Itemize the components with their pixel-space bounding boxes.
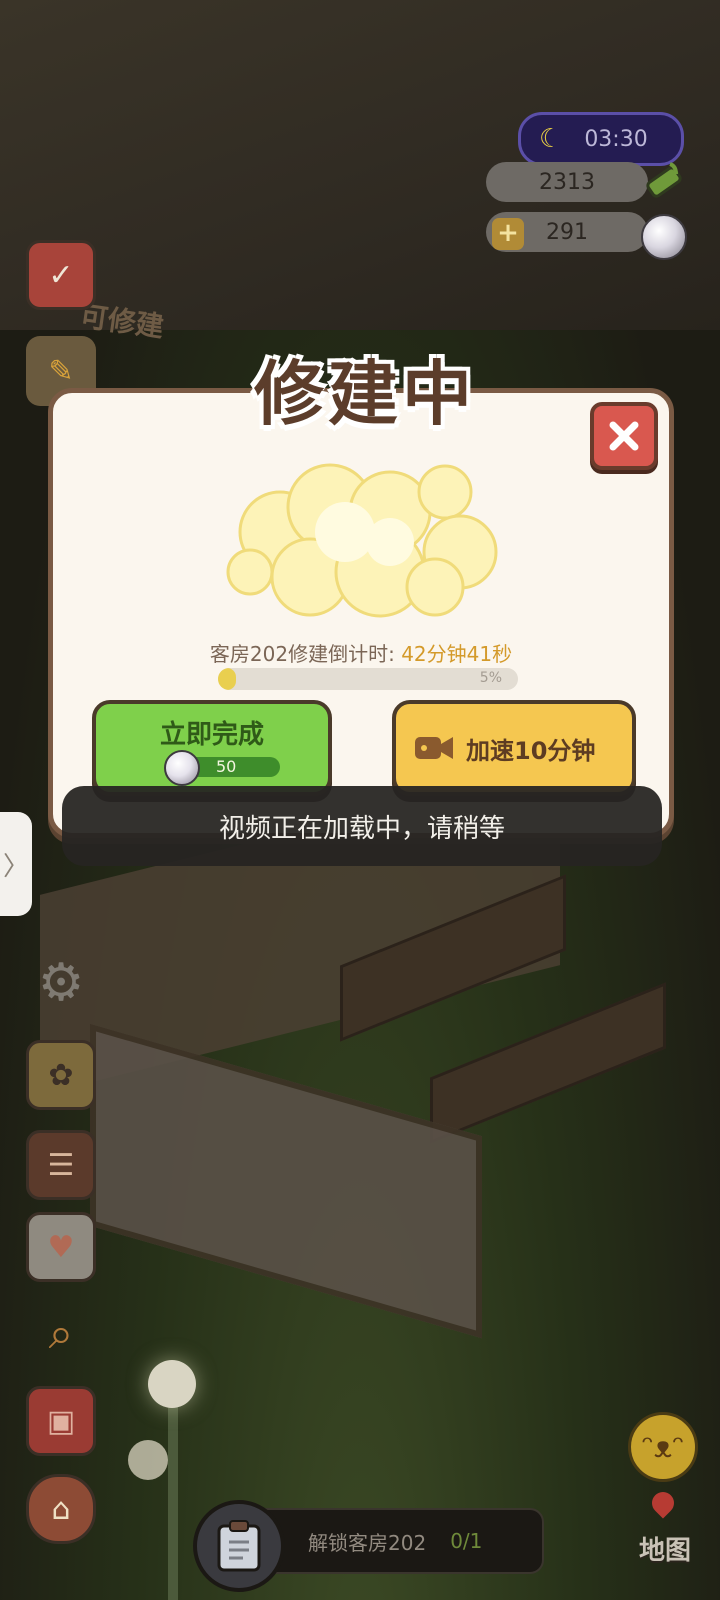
finish-now-label: 立即完成	[159, 720, 264, 750]
coupon-icon[interactable]: ✿	[26, 1040, 96, 1110]
close-icon	[609, 421, 639, 451]
bamboo-counter: 2313	[486, 162, 648, 202]
mushroom-house-icon[interactable]: ⌂	[26, 1474, 96, 1544]
unlock-task-count: 0/1	[450, 1529, 483, 1553]
street-lamp-small	[128, 1440, 168, 1480]
street-lamp-pole	[168, 1400, 178, 1600]
bamboo-icon	[646, 162, 682, 198]
settings-gear-icon[interactable]: ⚙	[26, 948, 96, 1018]
countdown-text: 客房202修建倒计时: 42分钟41秒	[48, 638, 674, 667]
clock-time: 03:30	[584, 126, 648, 152]
map-label: 地图	[638, 1536, 691, 1566]
add-pearls-button[interactable]: +	[492, 218, 524, 250]
speed-up-label: 加速10分钟	[466, 736, 596, 765]
finish-now-button[interactable]: 立即完成 50	[92, 700, 332, 796]
dialog-title: 修建中	[254, 353, 476, 435]
unlock-task-label: 解锁客房202	[308, 1530, 427, 1555]
build-progress-bar: 5%	[218, 668, 518, 690]
close-button[interactable]	[590, 402, 658, 470]
street-lamp	[148, 1360, 196, 1408]
side-panel-toggle[interactable]: 〉	[0, 812, 32, 916]
video-camera-icon	[415, 737, 453, 759]
chevron-right-icon: 〉	[2, 851, 29, 882]
happy-face-icon[interactable]: ᵔᴥᵔ	[628, 1412, 698, 1482]
progress-percent: 5%	[479, 670, 502, 686]
dining-floor	[90, 1023, 482, 1339]
map-button[interactable]: 地图	[628, 1487, 702, 1572]
loading-toast: 视频正在加载中，请稍等	[62, 786, 662, 866]
speed-up-button[interactable]: 加速10分钟	[392, 700, 636, 796]
magnifier-icon[interactable]: ⌕	[26, 1298, 96, 1368]
night-clock: ☾ 03:30	[518, 112, 684, 166]
progress-fill	[218, 668, 236, 690]
map-pin-icon	[647, 1487, 679, 1519]
recipe-book-icon[interactable]: ☰	[26, 1130, 96, 1200]
countdown-time: 42分钟41秒	[401, 642, 513, 666]
construction-dust-cloud	[226, 463, 498, 618]
pearl-count: 291	[546, 219, 588, 245]
moon-icon: ☾	[539, 124, 563, 154]
drink-counter	[430, 982, 666, 1144]
toast-text: 视频正在加载中，请稍等	[218, 813, 505, 844]
pearl-icon	[641, 214, 687, 260]
calendar-icon[interactable]: ✓	[26, 240, 96, 310]
bamboo-count: 2313	[539, 169, 595, 195]
shirt-icon[interactable]: ♥	[26, 1212, 96, 1282]
countdown-label: 客房202修建倒计时:	[209, 642, 395, 666]
backpack-icon[interactable]: ▣	[26, 1386, 96, 1456]
task-clipboard-icon[interactable]	[193, 1500, 285, 1592]
pearl-icon	[164, 750, 200, 786]
